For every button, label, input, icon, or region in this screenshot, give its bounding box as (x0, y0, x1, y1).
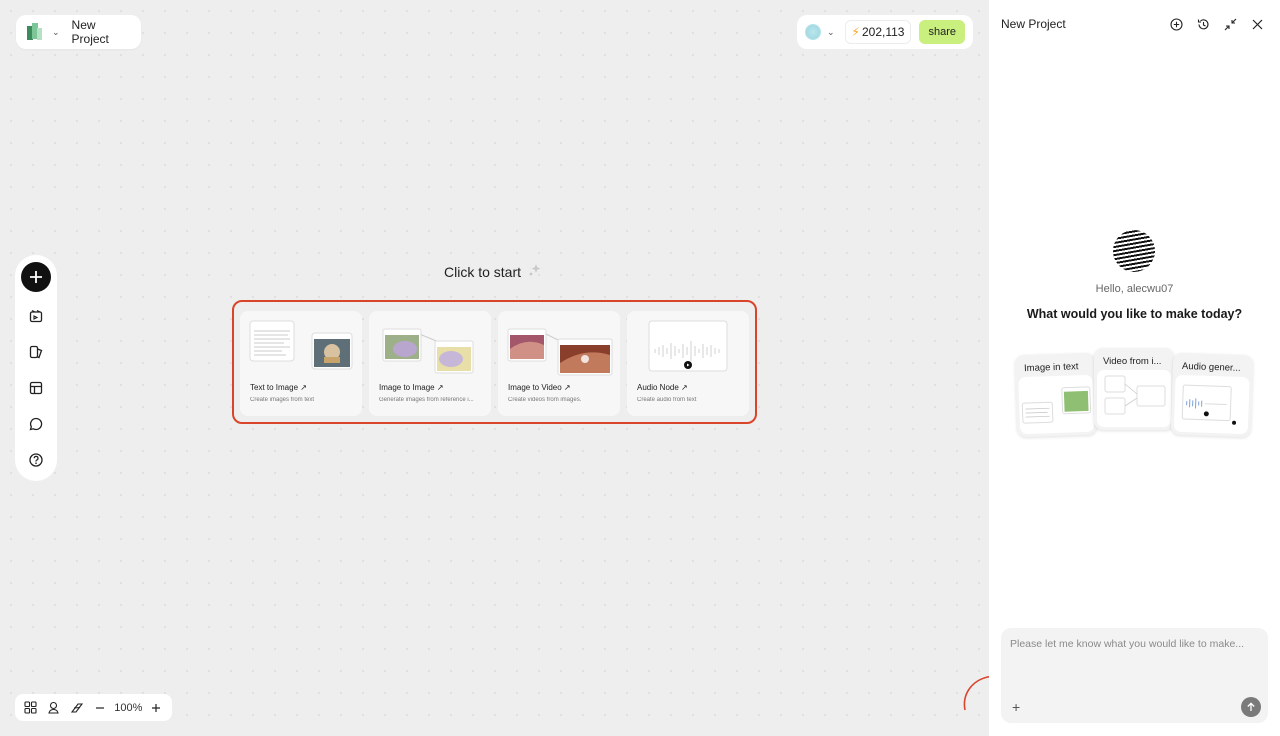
templates-button[interactable] (21, 370, 51, 406)
suggestion-card-video-from-image[interactable]: Video from i... (1094, 348, 1174, 430)
ai-layout-icon[interactable] (67, 698, 86, 718)
template-thumbnail (377, 319, 484, 379)
canvas-controls: 100% (15, 694, 172, 721)
template-thumbnail (635, 319, 742, 379)
collapse-icon[interactable] (1221, 15, 1239, 33)
suggestion-label: Video from i... (1103, 356, 1162, 367)
add-node-button[interactable] (21, 262, 51, 292)
sparkle-icon (527, 262, 543, 281)
template-title: Image to Image ↗ (379, 383, 444, 392)
project-menu[interactable]: ⌄ New Project (16, 15, 141, 49)
grid-icon[interactable] (21, 698, 40, 718)
media-button[interactable] (21, 298, 51, 334)
suggestion-label: Image in text (1023, 361, 1079, 375)
assets-button[interactable] (21, 334, 51, 370)
model-orb-icon[interactable] (805, 24, 821, 40)
share-button[interactable]: share (919, 20, 966, 44)
template-card-image-to-video[interactable]: Image to Video ↗ Create videos from imag… (498, 311, 620, 416)
arrow-up-icon (1247, 702, 1255, 711)
external-link-icon: ↗ (681, 383, 688, 392)
lightning-icon: ⚡ (851, 25, 860, 39)
template-subtitle: Generate images from reference i... (379, 397, 474, 403)
suggestion-preview (1097, 370, 1171, 427)
plus-icon (30, 271, 42, 283)
click-to-start-label: Click to start (444, 263, 522, 280)
top-right-toolbar: ⌄ ⚡ 202,113 share (797, 15, 973, 49)
template-subtitle: Create audio from text (637, 397, 697, 403)
suggestion-preview (1173, 374, 1250, 435)
greeting: Hello, alecwu07 (1095, 283, 1174, 295)
chat-input[interactable] (1010, 638, 1260, 668)
zoom-in-icon[interactable] (147, 698, 166, 718)
user-stamp-icon[interactable] (44, 698, 63, 718)
template-title: Audio Node ↗ (637, 383, 688, 392)
avatar (1113, 230, 1155, 272)
help-button[interactable] (21, 442, 51, 478)
layout-icon (29, 381, 43, 395)
template-title: Text to Image ↗ (250, 383, 307, 392)
prompt-question: What would you like to make today? (1026, 307, 1243, 321)
app-logo-icon (26, 22, 44, 42)
zoom-level: 100% (114, 701, 143, 714)
credits-value: 202,113 (861, 25, 905, 39)
zoom-out-icon[interactable] (91, 698, 110, 718)
credits-badge[interactable]: ⚡ 202,113 (844, 20, 912, 44)
assets-icon (29, 345, 43, 359)
left-toolbar (15, 255, 57, 481)
suggestion-preview (1018, 374, 1095, 435)
send-button[interactable] (1241, 697, 1261, 717)
template-cards: Text to Image ↗ Create images from text … (232, 300, 757, 424)
chat-button[interactable] (21, 406, 51, 442)
chat-bubble-icon (29, 417, 43, 431)
panel-actions (1167, 15, 1266, 33)
template-card-audio-node[interactable]: Audio Node ↗ Create audio from text (627, 311, 749, 416)
suggestion-card-audio-generation[interactable]: Audio gener... (1170, 352, 1254, 438)
chat-input-container: + (1001, 628, 1268, 723)
media-icon (29, 310, 43, 323)
template-thumbnail (506, 319, 613, 379)
template-card-image-to-image[interactable]: Image to Image ↗ Generate images from re… (369, 311, 491, 416)
external-link-icon: ↗ (436, 383, 444, 392)
template-title: Image to Video ↗ (508, 383, 571, 392)
chevron-down-icon[interactable]: ⌄ (827, 27, 835, 38)
template-thumbnail (248, 319, 355, 379)
template-subtitle: Create videos from images. (508, 397, 582, 403)
attach-plus-icon[interactable]: + (1012, 699, 1020, 715)
suggestion-label: Audio gener... (1181, 360, 1241, 374)
template-card-text-to-image[interactable]: Text to Image ↗ Create images from text (240, 311, 362, 416)
project-title: New Project (71, 18, 109, 46)
close-icon[interactable] (1248, 15, 1266, 33)
history-icon[interactable] (1194, 15, 1212, 33)
new-chat-icon[interactable] (1167, 15, 1185, 33)
external-link-icon: ↗ (563, 383, 571, 392)
assistant-panel: New Project Hello, alecwu07 What would y… (989, 0, 1280, 736)
chevron-down-icon[interactable]: ⌄ (52, 27, 60, 38)
template-subtitle: Create images from text (250, 397, 315, 403)
suggestion-card-image-in-text[interactable]: Image in text (1014, 352, 1098, 438)
help-icon (29, 453, 43, 467)
external-link-icon: ↗ (300, 383, 307, 392)
panel-title: New Project (1001, 17, 1066, 31)
click-to-start: Click to start (444, 262, 543, 281)
